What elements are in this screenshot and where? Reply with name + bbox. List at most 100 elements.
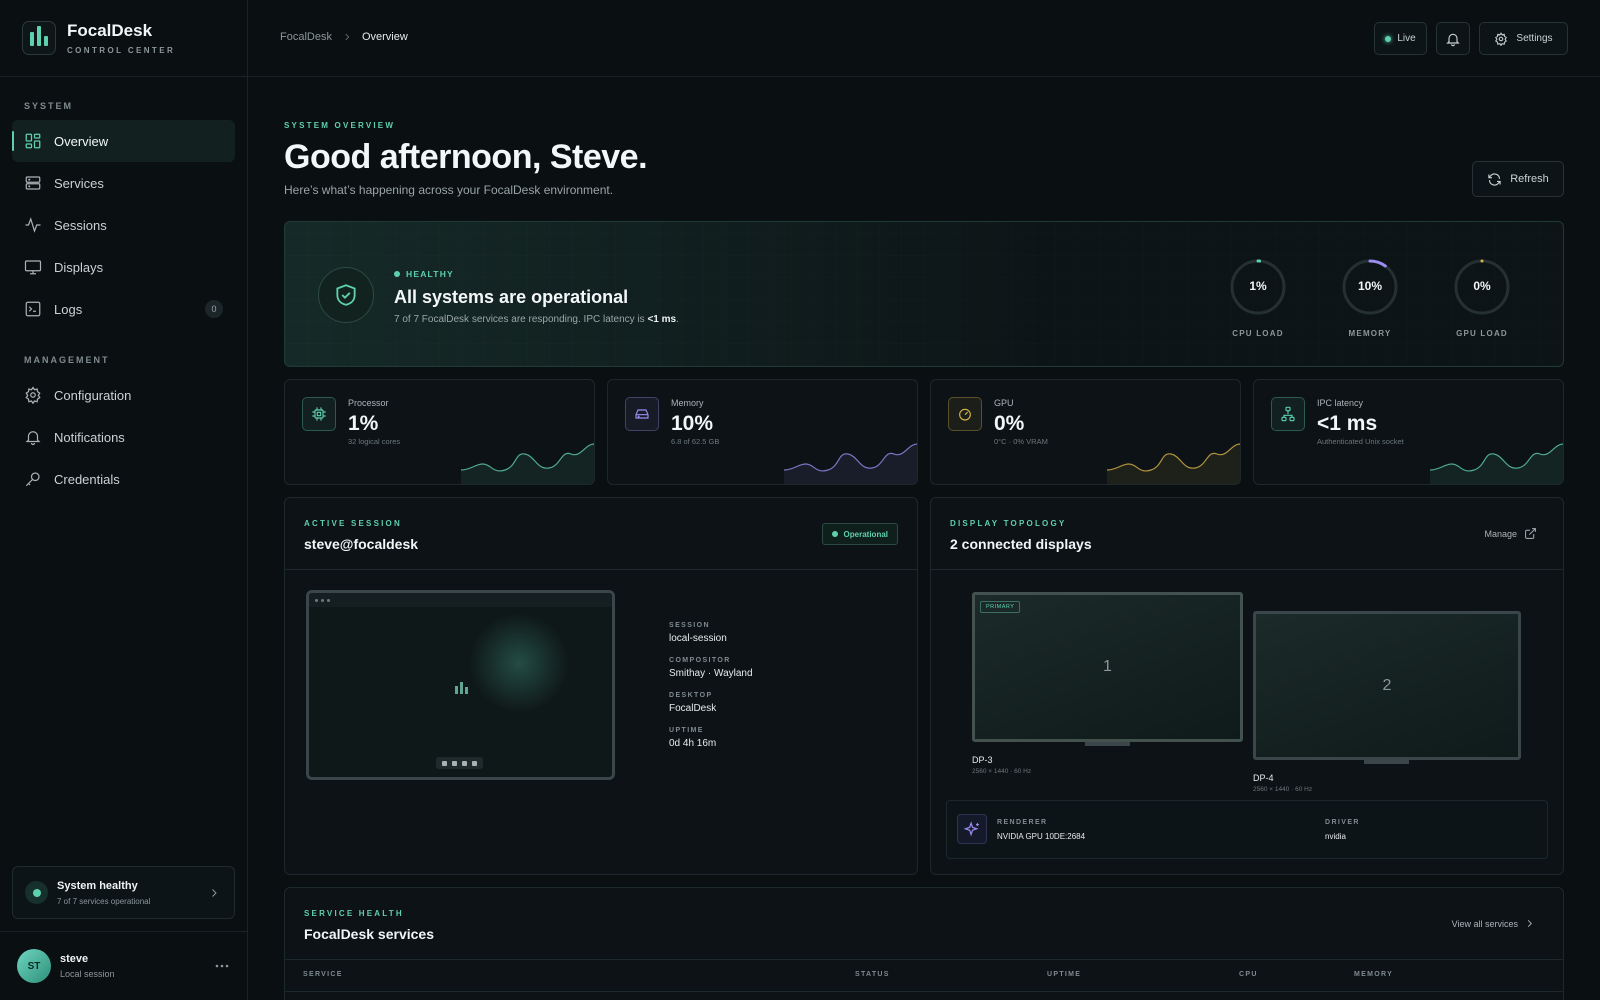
view-all-label: View all services (1451, 918, 1518, 929)
display-1-resolution: 2560 × 1440 · 60 Hz (972, 768, 1032, 775)
sidebar-item-sessions[interactable]: Sessions (12, 204, 235, 246)
bell-icon (1446, 33, 1460, 46)
brand[interactable]: FocalDesk CONTROL CENTER (0, 0, 247, 77)
sidebar-item-label: Displays (54, 259, 104, 275)
stat-subtitle: Authenticated Unix socket (1317, 437, 1404, 446)
gauge-value: 10% (1357, 279, 1383, 293)
avatar: ST (17, 949, 51, 983)
notifications-button[interactable] (1436, 22, 1470, 55)
status-dot-icon (831, 531, 838, 537)
shield-check-icon (318, 267, 374, 323)
gauge-value: 0% (1473, 279, 1491, 293)
stat-card-gpu: GPU 0% 0°C · 0% VRAM (930, 379, 1241, 485)
sidebar-item-label: Sessions (54, 217, 107, 233)
sidebar-item-label: Logs (54, 301, 83, 317)
sidebar-item-label: Notifications (54, 429, 125, 445)
more-icon[interactable] (214, 962, 230, 970)
sidebar-item-displays[interactable]: Displays (12, 246, 235, 288)
live-label: Live (1397, 33, 1416, 44)
service-health-panel: SERVICE HEALTH FocalDesk services View a… (284, 887, 1564, 1000)
column-header-memory[interactable]: MEMORY (1354, 971, 1393, 978)
sparkline (784, 443, 917, 484)
renderer-value: NVIDIA GPU 10DE:2684 (997, 832, 1086, 841)
display-2[interactable]: 2 (1253, 611, 1521, 760)
sparkline (1107, 443, 1240, 484)
session-preview[interactable] (306, 590, 615, 780)
session-eyebrow: ACTIVE SESSION (304, 519, 402, 528)
gauge-label: CPU LOAD (1232, 329, 1284, 338)
page-eyebrow: SYSTEM OVERVIEW (284, 121, 396, 130)
sidebar-item-notifications[interactable]: Notifications (12, 416, 235, 458)
status-desc-text: 7 of 7 FocalDesk services are responding… (394, 314, 648, 325)
refresh-label: Refresh (1510, 173, 1549, 185)
chevron-right-icon (1527, 919, 1532, 928)
status-description: 7 of 7 FocalDesk services are responding… (394, 314, 679, 325)
sidebar-item-logs[interactable]: Logs 0 (12, 288, 235, 330)
display-1[interactable]: 1 PRIMARY (972, 592, 1243, 742)
stat-card-memory: Memory 10% 6.8 of 62.5 GB (607, 379, 918, 485)
sidebar: FocalDesk CONTROL CENTER SYSTEM Overview… (0, 0, 248, 1000)
activity-icon (25, 217, 41, 233)
column-header-service[interactable]: SERVICE (303, 971, 343, 978)
live-indicator[interactable]: Live (1374, 22, 1427, 55)
stat-label: Memory (671, 398, 704, 408)
session-key: SESSION (669, 622, 710, 629)
user-subtitle: Local session (60, 969, 115, 979)
sparkline (461, 443, 594, 484)
settings-button[interactable]: Settings (1479, 22, 1568, 55)
gauge-icon (948, 397, 982, 431)
status-badge-label: Operational (843, 529, 888, 539)
display-2-name: DP-4 (1253, 773, 1274, 783)
window-titlebar (309, 593, 612, 607)
uptime-key: UPTIME (669, 727, 704, 734)
user-profile[interactable]: ST steve Local session (0, 931, 248, 1000)
key-icon (25, 472, 40, 487)
sidebar-item-overview[interactable]: Overview (12, 120, 235, 162)
preview-glow (469, 613, 569, 713)
topbar: FocalDesk Overview Live Settings (248, 0, 1600, 77)
displays-title: 2 connected displays (950, 536, 1092, 552)
page-subtitle: Here’s what’s happening across your Foca… (284, 183, 614, 197)
system-health-card[interactable]: System healthy 7 of 7 services operation… (12, 866, 235, 919)
status-badge: Operational (821, 523, 898, 545)
stat-label: GPU (994, 398, 1014, 408)
gauge-memory: 10% MEMORY (1341, 258, 1399, 338)
session-details: SESSION local-session COMPOSITOR Smithay ·… (669, 622, 753, 762)
status-banner: HEALTHY All systems are operational 7 of… (284, 221, 1564, 367)
health-badge-label: HEALTHY (406, 269, 454, 279)
status-title: All systems are operational (394, 287, 629, 307)
breadcrumb-root[interactable]: FocalDesk (280, 31, 332, 43)
sparkline (1430, 443, 1563, 484)
stat-value: <1 ms (1317, 412, 1378, 435)
renderer-info: RENDERER NVIDIA GPU 10DE:2684 DRIVER nvidi… (946, 800, 1548, 859)
uptime-value: 0d 4h 16m (669, 738, 717, 749)
view-all-services-link[interactable]: View all services (1452, 918, 1535, 929)
sidebar-item-credentials[interactable]: Credentials (12, 458, 235, 500)
manage-displays-link[interactable]: Manage (1484, 527, 1537, 540)
refresh-button[interactable]: Refresh (1472, 161, 1564, 197)
manage-label: Manage (1484, 528, 1517, 539)
column-header-uptime[interactable]: UPTIME (1047, 971, 1081, 978)
stat-value: 1% (348, 412, 379, 435)
cpu-icon (302, 397, 336, 431)
column-header-cpu[interactable]: CPU (1239, 971, 1258, 978)
user-name: steve (60, 953, 89, 965)
column-header-status[interactable]: STATUS (855, 971, 890, 978)
nav-section-management: MANAGEMENT (24, 355, 110, 365)
settings-label: Settings (1516, 33, 1553, 44)
display-2-stand (1364, 760, 1409, 764)
sidebar-item-label: Credentials (54, 471, 120, 487)
live-dot-icon (1385, 35, 1392, 42)
compositor-key: COMPOSITOR (669, 657, 731, 664)
driver-value: nvidia (1325, 832, 1346, 841)
refresh-icon (1488, 172, 1501, 186)
overview-icon (25, 133, 41, 149)
gear-icon (25, 386, 41, 404)
sidebar-item-services[interactable]: Services (12, 162, 235, 204)
gauge-value: 1% (1249, 279, 1267, 293)
stat-label: IPC latency (1317, 398, 1364, 408)
sidebar-item-configuration[interactable]: Configuration (12, 374, 235, 416)
display-number: 2 (1382, 676, 1392, 694)
gauge-label: GPU LOAD (1456, 329, 1508, 338)
ipc-latency-value: <1 ms (647, 314, 677, 325)
